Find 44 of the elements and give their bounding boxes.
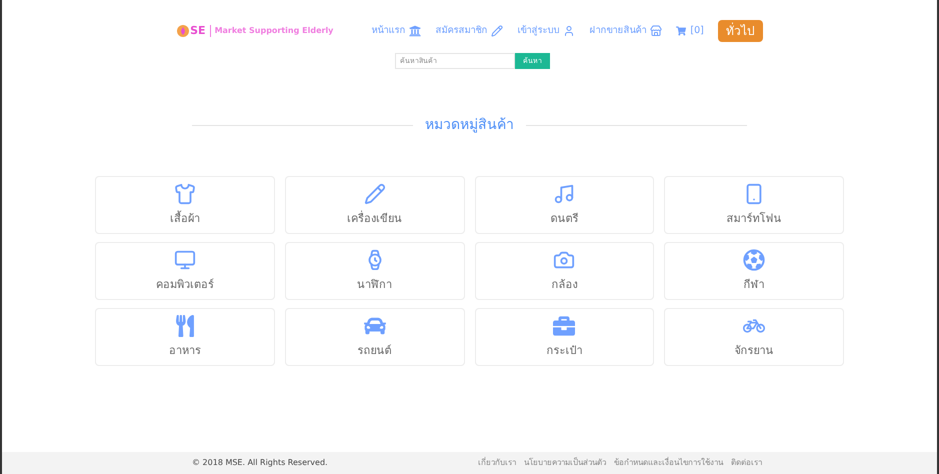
category-card[interactable]: จักรยาน (664, 308, 844, 366)
footer-link[interactable]: นโยบายความเป็นส่วนตัว (524, 457, 606, 469)
category-card[interactable]: กระเป๋า (474, 308, 654, 366)
shirt-icon (174, 182, 196, 205)
cart-icon (676, 26, 686, 36)
category-card[interactable]: รถยนต์ (284, 308, 464, 366)
category-label: นาฬิกา (357, 276, 392, 293)
footer-link[interactable]: เกี่ยวกับเรา (478, 457, 516, 469)
category-card[interactable]: สมาร์ทโฟน (664, 176, 844, 234)
category-card[interactable]: คอมพิวเตอร์ (95, 242, 275, 300)
pencil-icon (364, 182, 386, 205)
briefcase-icon (553, 314, 576, 337)
category-label: อาหาร (168, 342, 201, 359)
user-icon (563, 25, 576, 37)
pencil-icon (491, 25, 504, 37)
category-label: รถยนต์ (358, 342, 392, 359)
category-card[interactable]: กล้อง (474, 242, 654, 300)
category-label: จักรยาน (734, 342, 774, 359)
category-card[interactable]: กีฬา (664, 242, 844, 300)
tagline: Market Supporting Elderly (210, 25, 334, 37)
category-label: เครื่องเขียน (347, 210, 402, 227)
logo-icon (176, 24, 190, 38)
category-card[interactable]: อาหาร (95, 308, 275, 366)
store-icon (650, 25, 662, 37)
logo-text: SE (190, 22, 206, 39)
fork-knife-icon (174, 314, 196, 337)
footer-link[interactable]: ข้อกำหนดและเงื่อนไขการใช้งาน (614, 457, 723, 469)
category-label: ดนตรี (550, 210, 578, 227)
section-title: หมวดหมู่สินค้า (425, 116, 514, 135)
category-label: เสื้อผ้า (170, 210, 200, 227)
copyright-text: © 2018 MSE. All Rights Reserved. (192, 457, 328, 469)
music-note-icon (553, 182, 576, 205)
category-card[interactable]: นาฬิกา (284, 242, 464, 300)
category-card[interactable]: ดนตรี (474, 176, 654, 234)
footer-link[interactable]: ติดต่อเรา (731, 457, 762, 469)
bank-icon (409, 25, 422, 37)
category-label: สมาร์ทโฟน (726, 210, 782, 227)
category-label: คอมพิวเตอร์ (156, 276, 214, 293)
category-card[interactable]: เสื้อผ้า (95, 176, 275, 234)
monitor-icon (174, 248, 196, 271)
category-label: กล้อง (551, 276, 578, 293)
category-card[interactable]: เครื่องเขียน (284, 176, 464, 234)
category-label: กระเป๋า (546, 342, 582, 359)
category-label: กีฬา (744, 276, 765, 293)
